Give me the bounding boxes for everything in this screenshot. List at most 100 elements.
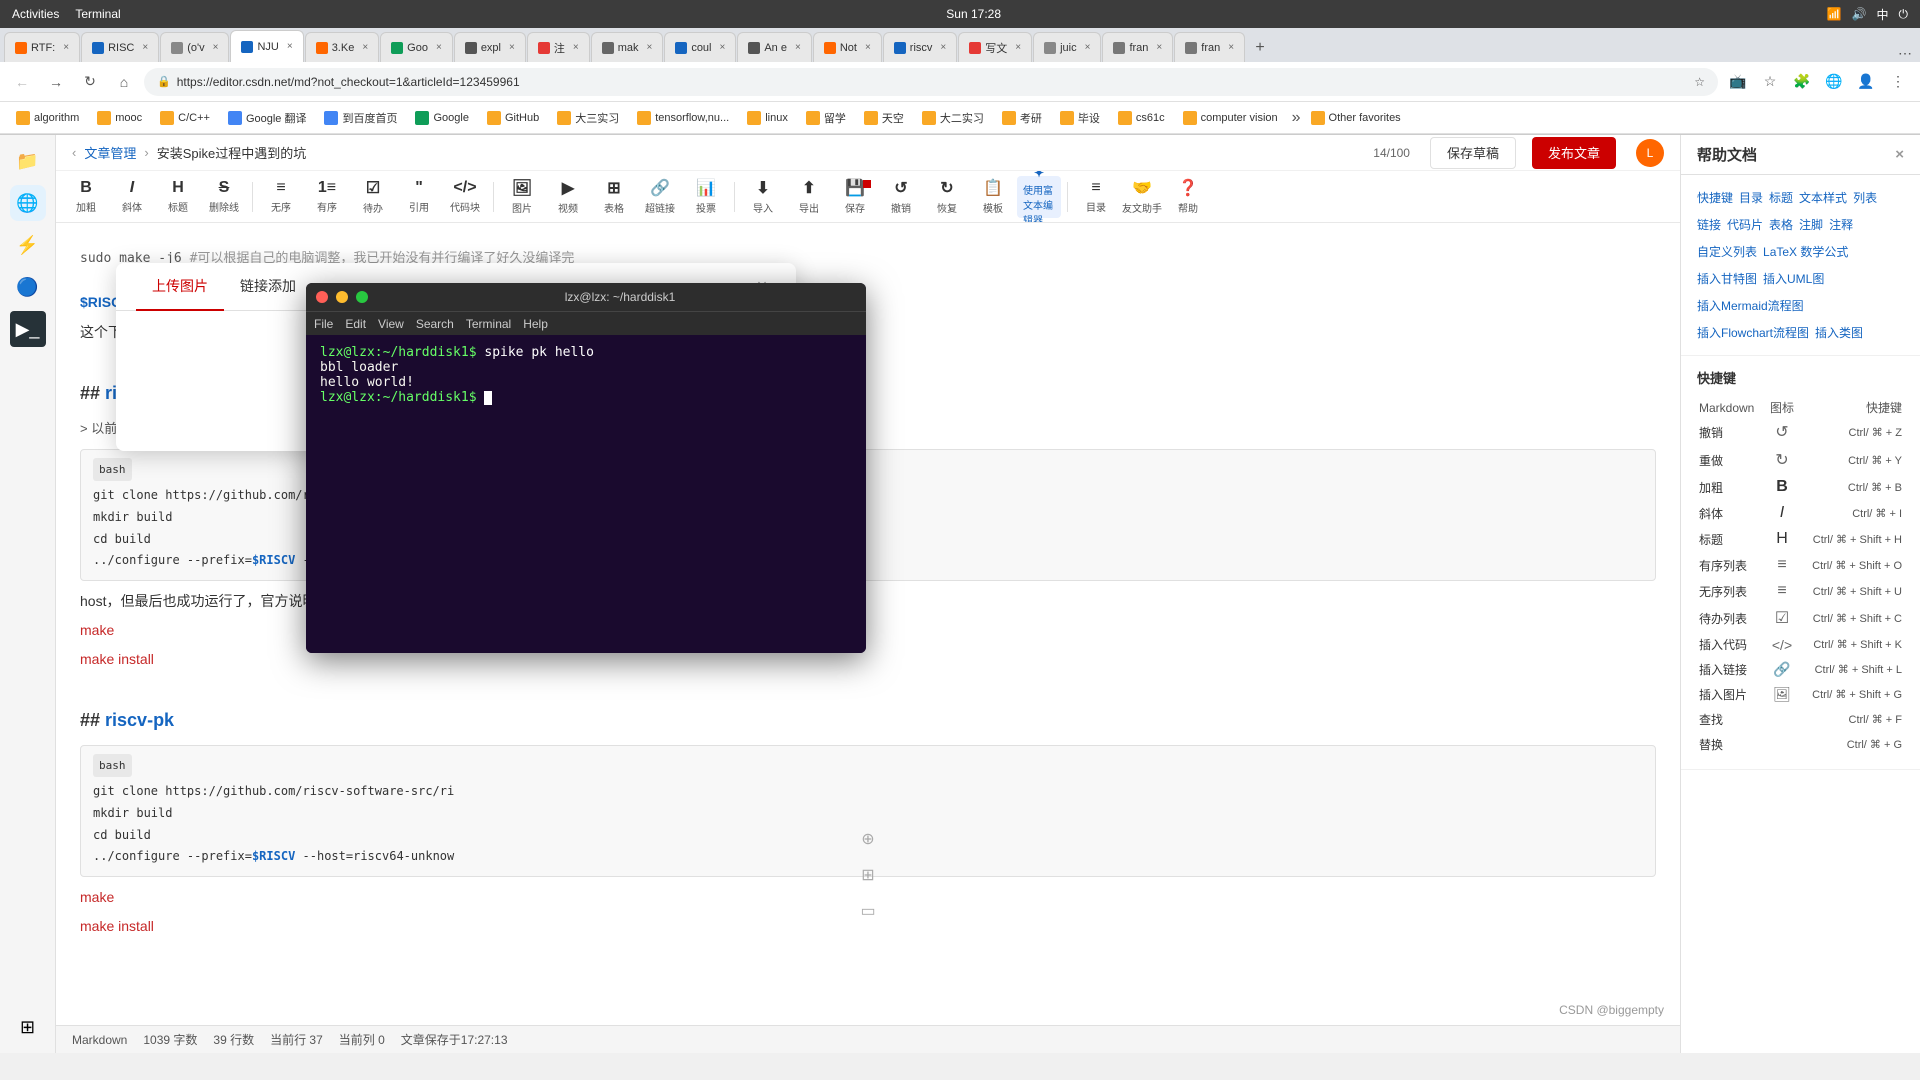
bookmark-liuxue[interactable]: 留学 [798,106,854,130]
tab-close-juic[interactable]: × [1085,42,1091,53]
right-link-link[interactable]: 链接 [1697,214,1721,235]
toolbar-friend-help[interactable]: 🤝 友文助手 [1120,176,1164,218]
right-link-uml[interactable]: 插入UML图 [1763,268,1824,289]
tab-risc[interactable]: RISC × [81,32,159,62]
tab-close-mak[interactable]: × [646,42,652,53]
right-link-text-style[interactable]: 文本样式 [1799,187,1847,208]
toolbar-ordered[interactable]: 1≡ 有序 [305,176,349,218]
right-link-gantt[interactable]: 插入甘特图 [1697,268,1757,289]
tab-close-nju[interactable]: × [287,41,293,52]
translate-button[interactable]: 🌐 [1820,68,1848,96]
tab-writing[interactable]: 写文 × [958,32,1032,62]
right-link-code[interactable]: 代码片 [1727,214,1763,235]
toolbar-help[interactable]: ❓ 帮助 [1166,176,1210,218]
toolbar-heading[interactable]: H 标题 [156,176,200,218]
bookmark-daer[interactable]: 大二实习 [914,106,992,130]
toolbar-link[interactable]: 🔗 超链接 [638,176,682,218]
toolbar-undo[interactable]: ↺ 撤销 [879,176,923,218]
toolbar-toc[interactable]: ≡ 目录 [1074,176,1118,218]
sidebar-vscode-icon[interactable]: ⚡ [10,227,46,263]
tab-riscv[interactable]: riscv × [883,32,957,62]
bottom-icon-target[interactable]: ⊕ [854,825,882,853]
back-button[interactable]: ← [8,68,36,96]
terminal-menu-help[interactable]: Help [523,317,548,331]
bookmark-button[interactable]: ☆ [1756,68,1784,96]
extension-button[interactable]: 🧩 [1788,68,1816,96]
sidebar-apps-icon[interactable]: ⊞ [10,1009,46,1045]
toolbar-video[interactable]: ▶ 视频 [546,176,590,218]
profile-button[interactable]: 👤 [1852,68,1880,96]
tab-close-goog[interactable]: × [436,42,442,53]
tab-nju[interactable]: NJU × [230,30,303,62]
tab-mak[interactable]: mak × [591,32,664,62]
tab-icon1[interactable]: 注 × [527,32,590,62]
bookmark-github[interactable]: GitHub [479,106,547,130]
tab-goog[interactable]: Goo × [380,32,453,62]
refresh-button[interactable]: ↻ [76,68,104,96]
toolbar-save[interactable]: 💾 保存 [833,176,877,218]
upload-tab-link[interactable]: 链接添加 [224,263,312,311]
bookmark-mooc[interactable]: mooc [89,106,150,130]
tab-close-expl[interactable]: × [509,42,515,53]
tab-close-paren[interactable]: × [213,42,219,53]
toolbar-strikethrough[interactable]: S 删除线 [202,176,246,218]
toolbar-redo[interactable]: ↻ 恢复 [925,176,969,218]
bookmark-dasan[interactable]: 大三实习 [549,106,627,130]
cast-button[interactable]: 📺 [1724,68,1752,96]
tab-paren[interactable]: (o'v × [160,32,229,62]
bookmark-kaoyan[interactable]: 考研 [994,106,1050,130]
tab-expl[interactable]: expl × [454,32,526,62]
tab-juic[interactable]: juic × [1033,32,1101,62]
terminal-menu-search[interactable]: Search [416,317,454,331]
tab-close-rtf[interactable]: × [63,42,69,53]
toolbar-export[interactable]: ⬆ 导出 [787,176,831,218]
tab-close-risc[interactable]: × [142,42,148,53]
right-link-table[interactable]: 表格 [1769,214,1793,235]
right-link-latex[interactable]: LaTeX 数学公式 [1763,241,1848,262]
tab-close-riscv[interactable]: × [940,42,946,53]
new-tab-button[interactable]: + [1246,34,1274,62]
right-link-toc[interactable]: 目录 [1739,187,1763,208]
menu-button[interactable]: ⋮ [1884,68,1912,96]
right-link-custom-list[interactable]: 自定义列表 [1697,241,1757,262]
terminal-menu-terminal[interactable]: Terminal [466,317,511,331]
toolbar-table[interactable]: ⊞ 表格 [592,176,636,218]
tab-3k[interactable]: 3.Ke × [305,32,379,62]
right-link-flowchart[interactable]: 插入Flowchart流程图 [1697,322,1809,343]
tab-close-icon1[interactable]: × [573,42,579,53]
tab-close-an[interactable]: × [795,42,801,53]
terminal-label[interactable]: Terminal [75,7,120,21]
toolbar-image[interactable]: 🖼 图片 [500,176,544,218]
upload-tab-image[interactable]: 上传图片 [136,263,224,311]
bookmarks-more[interactable]: » [1292,109,1301,127]
tab-coul[interactable]: coul × [664,32,736,62]
right-panel-close[interactable]: × [1895,146,1904,163]
right-link-shortcuts[interactable]: 快捷键 [1697,187,1733,208]
breadcrumb-parent[interactable]: 文章管理 [84,143,136,162]
bookmark-cs61c[interactable]: cs61c [1110,106,1173,130]
sidebar-thunder-icon[interactable]: 🔵 [10,269,46,305]
terminal-menu-view[interactable]: View [378,317,404,331]
terminal-menu-file[interactable]: File [314,317,333,331]
toolbar-unordered[interactable]: ≡ 无序 [259,176,303,218]
right-link-list[interactable]: 列表 [1853,187,1877,208]
toolbar-todo[interactable]: ☑ 待办 [351,176,395,218]
tab-fran2[interactable]: fran × [1174,32,1245,62]
tab-close-fran1[interactable]: × [1156,42,1162,53]
tab-close-coul[interactable]: × [720,42,726,53]
bookmark-tiankong[interactable]: 天空 [856,106,912,130]
toolbar-import[interactable]: ⬇ 导入 [741,176,785,218]
bookmark-tensorflow[interactable]: tensorflow,nu... [629,106,737,130]
sidebar-browser-icon[interactable]: 🌐 [10,185,46,221]
right-link-footnote[interactable]: 注脚 [1799,214,1823,235]
right-link-class-diagram[interactable]: 插入类图 [1815,322,1863,343]
tab-close-writing[interactable]: × [1015,42,1021,53]
terminal-close-button[interactable] [316,291,328,303]
bookmark-algo[interactable]: algorithm [8,106,87,130]
publish-button[interactable]: 发布文章 [1532,137,1616,169]
terminal-maximize-button[interactable] [356,291,368,303]
toolbar-use-classic[interactable]: ✦ 使用富文本编辑器 [1017,176,1061,218]
right-link-heading[interactable]: 标题 [1769,187,1793,208]
tab-an[interactable]: An e × [737,32,811,62]
address-bar[interactable]: 🔒 https://editor.csdn.net/md?not_checkou… [144,68,1718,96]
